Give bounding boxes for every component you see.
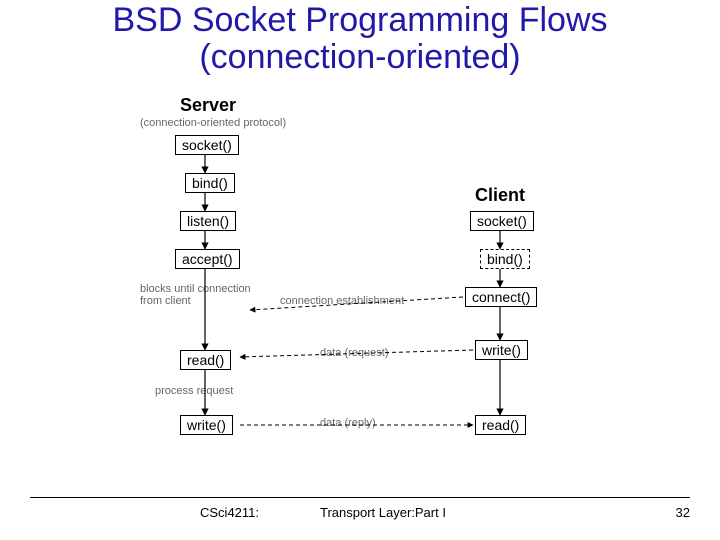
client-bind-box: bind() [480, 249, 530, 269]
footer-left: CSci4211: [200, 505, 259, 520]
slide-title: BSD Socket Programming Flows (connection… [0, 2, 720, 77]
server-accept-box: accept() [175, 249, 240, 269]
client-write-box: write() [475, 340, 528, 360]
title-line-1: BSD Socket Programming Flows [112, 1, 607, 39]
client-socket-box: socket() [470, 211, 534, 231]
server-process-note: process request [155, 385, 233, 397]
client-read-box: read() [475, 415, 526, 435]
server-block-note: blocks until connection from client [140, 283, 251, 307]
server-write-box: write() [180, 415, 233, 435]
footer-divider [30, 497, 690, 498]
edge-reply-label: data (reply) [320, 417, 376, 429]
edge-request-label: data (request) [320, 347, 388, 359]
server-listen-box: listen() [180, 211, 236, 231]
footer-page: 32 [676, 505, 690, 520]
footer-center: Transport Layer:Part I [320, 505, 446, 520]
flow-diagram: Server (connection-oriented protocol) so… [100, 95, 620, 485]
server-subheader: (connection-oriented protocol) [140, 117, 286, 129]
server-read-box: read() [180, 350, 231, 370]
server-header: Server [180, 95, 236, 116]
slide: BSD Socket Programming Flows (connection… [0, 0, 720, 540]
client-connect-box: connect() [465, 287, 537, 307]
server-bind-box: bind() [185, 173, 235, 193]
edge-establish-label: connection establishment [280, 295, 404, 307]
title-line-2: (connection-oriented) [199, 38, 520, 76]
server-socket-box: socket() [175, 135, 239, 155]
client-header: Client [475, 185, 525, 206]
